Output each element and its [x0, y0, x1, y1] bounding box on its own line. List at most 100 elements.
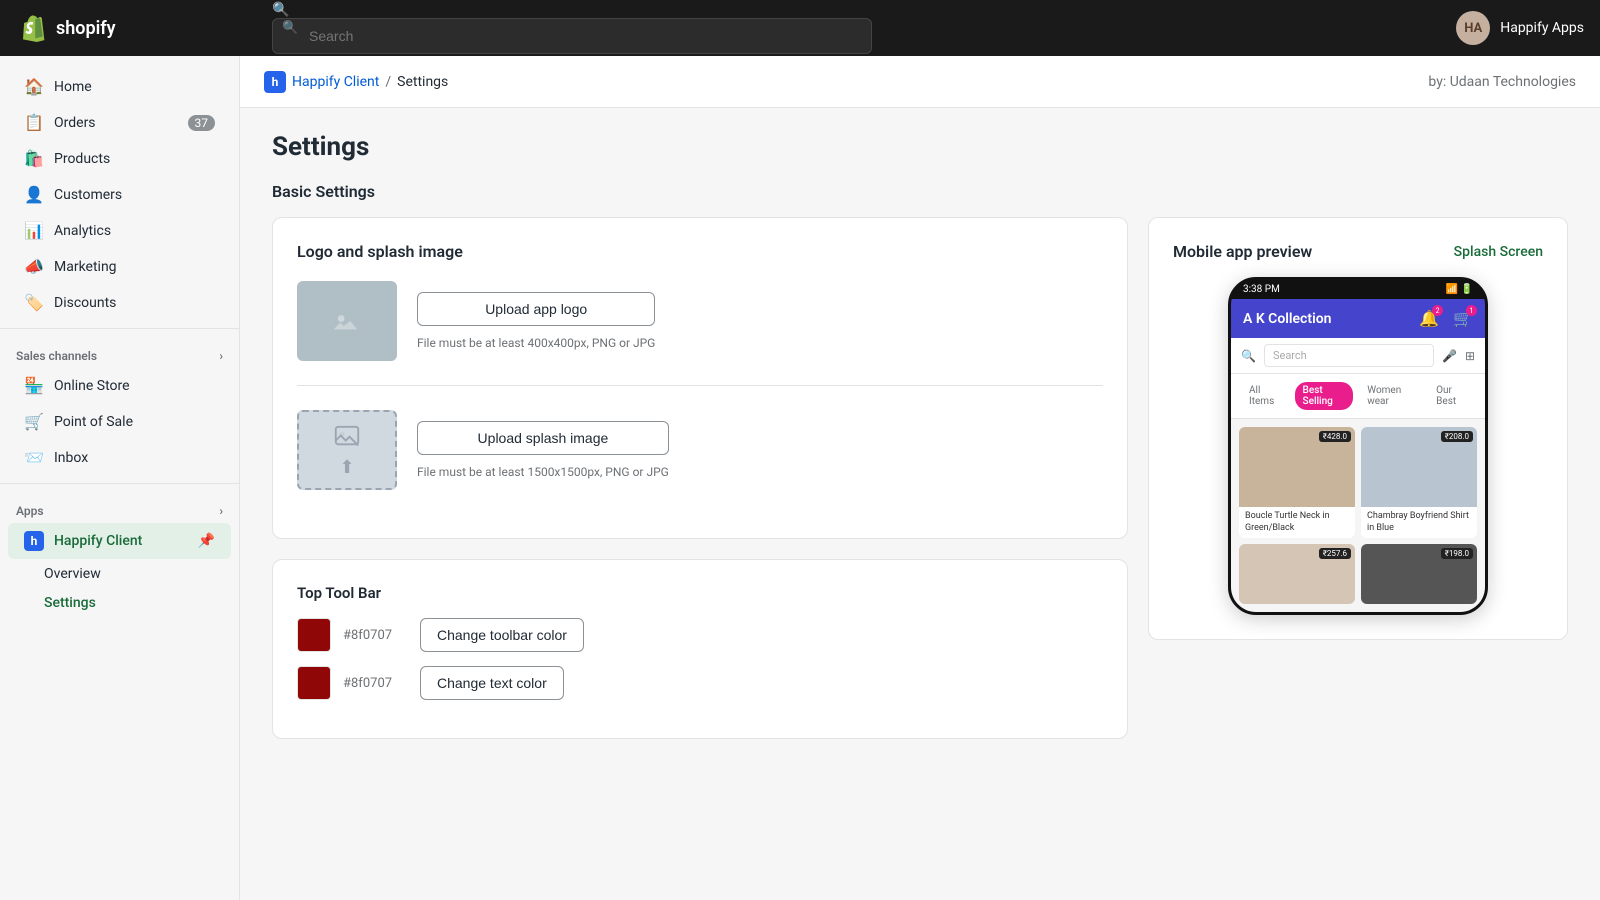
phone-tab-best-selling[interactable]: Best Selling: [1295, 382, 1354, 410]
phone-product-1-price: ₹428.0: [1319, 431, 1351, 442]
left-column: Logo and splash image: [272, 217, 1128, 759]
happify-icon: h: [24, 531, 44, 551]
sidebar-item-orders[interactable]: 📋 Orders 37: [8, 105, 231, 140]
logo-file-hint: File must be at least 400x400px, PNG or …: [417, 336, 655, 350]
change-toolbar-color-button[interactable]: Change toolbar color: [420, 618, 584, 652]
logo-upload-info: Upload app logo File must be at least 40…: [417, 292, 655, 350]
phone-tab-women[interactable]: Women wear: [1359, 382, 1422, 410]
inbox-icon: 📨: [24, 448, 44, 467]
logo-splash-card-title: Logo and splash image: [297, 242, 1103, 261]
upload-splash-button[interactable]: Upload splash image: [417, 421, 669, 455]
sidebar-item-discounts[interactable]: 🏷️ Discounts: [8, 285, 231, 320]
chevron-right-icon: ›: [219, 349, 223, 363]
preview-header: Mobile app preview Splash Screen: [1173, 242, 1543, 261]
breadcrumb-app-icon: h: [264, 71, 286, 93]
phone-app-bar: A K Collection 🔔2 🛒1: [1231, 299, 1485, 338]
sidebar-item-point-of-sale[interactable]: 🛒 Point of Sale: [8, 404, 231, 439]
splash-file-hint: File must be at least 1500x1500px, PNG o…: [417, 465, 669, 479]
logo-splash-card: Logo and splash image: [272, 217, 1128, 539]
image-placeholder-icon: [327, 301, 367, 341]
main-content: h Happify Client / Settings by: Udaan Te…: [240, 56, 1600, 900]
splash-placeholder-icon: [332, 423, 362, 453]
phone-tabs: All Items Best Selling Women wear Our Be…: [1231, 374, 1485, 419]
toolbar-color-swatch: [297, 618, 331, 652]
cart-icon: 🛒1: [1453, 309, 1473, 328]
phone-tab-all[interactable]: All Items: [1241, 382, 1289, 410]
apps-section[interactable]: Apps ›: [0, 492, 239, 522]
search-icon: 🔍: [272, 2, 289, 18]
chevron-right-icon-apps: ›: [219, 504, 223, 518]
sidebar-item-marketing[interactable]: 📣 Marketing: [8, 249, 231, 284]
sales-channels-section[interactable]: Sales channels ›: [0, 337, 239, 367]
toolbar-card-title: Top Tool Bar: [297, 584, 1103, 602]
orders-icon: 📋: [24, 113, 44, 132]
right-column: Mobile app preview Splash Screen 3:38 PM…: [1148, 217, 1568, 759]
toolbar-card: Top Tool Bar #8f0707 Change toolbar colo…: [272, 559, 1128, 739]
search-input[interactable]: [272, 18, 872, 54]
marketing-icon: 📣: [24, 257, 44, 276]
phone-mockup: 3:38 PM 📶 🔋 A K Collection 🔔2 🛒1: [1228, 277, 1488, 615]
sidebar: 🏠 Home 📋 Orders 37 🛍️ Products 👤 Custome…: [0, 56, 240, 900]
sidebar-item-home[interactable]: 🏠 Home: [8, 69, 231, 104]
breadcrumb-separator: /: [385, 74, 391, 90]
phone-search-bar: 🔍 Search 🎤 ⊞: [1231, 338, 1485, 374]
upload-arrow-icon: ⬆: [339, 457, 354, 478]
breadcrumb-parent-link[interactable]: Happify Client: [292, 74, 379, 90]
text-color-swatch: [297, 666, 331, 700]
phone-product-1-img: ₹428.0: [1239, 427, 1355, 507]
text-color-row: #8f0707 Change text color: [297, 666, 1103, 700]
sidebar-item-inbox[interactable]: 📨 Inbox: [8, 440, 231, 475]
products-icon: 🛍️: [24, 149, 44, 168]
splash-screen-link[interactable]: Splash Screen: [1454, 244, 1543, 260]
search-area[interactable]: 🔍: [272, 2, 872, 54]
phone-status-bar: 3:38 PM 📶 🔋: [1231, 280, 1485, 299]
splash-upload-row: ⬆ Upload splash image File must be at le…: [297, 410, 1103, 490]
discounts-icon: 🏷️: [24, 293, 44, 312]
two-col-layout: Logo and splash image: [272, 217, 1568, 759]
sidebar-item-happify-client[interactable]: h Happify Client 📌: [8, 523, 231, 559]
phone-mic-icon: 🎤: [1442, 349, 1457, 363]
topbar-right: HA Happify Apps: [1456, 11, 1584, 45]
analytics-icon: 📊: [24, 221, 44, 240]
by-text: by: Udaan Technologies: [1428, 74, 1576, 90]
phone-status-icons: 📶 🔋: [1446, 284, 1473, 295]
phone-app-bar-icons: 🔔2 🛒1: [1419, 309, 1473, 328]
avatar[interactable]: HA: [1456, 11, 1490, 45]
phone-products-grid: ₹428.0 Boucle Turtle Neck in Green/Black…: [1231, 419, 1485, 612]
user-name-label: Happify Apps: [1500, 20, 1584, 36]
logo-image-preview: [297, 281, 397, 361]
breadcrumb-bar: h Happify Client / Settings by: Udaan Te…: [240, 56, 1600, 108]
sidebar-item-analytics[interactable]: 📊 Analytics: [8, 213, 231, 248]
breadcrumb-current: Settings: [397, 74, 448, 90]
upload-logo-button[interactable]: Upload app logo: [417, 292, 655, 326]
phone-app-title: A K Collection: [1243, 311, 1331, 327]
point-of-sale-icon: 🛒: [24, 412, 44, 431]
phone-product-2-img: ₹208.0: [1361, 427, 1477, 507]
phone-product-4-img: ₹198.0: [1361, 544, 1477, 604]
basic-settings-title: Basic Settings: [272, 182, 1568, 201]
phone-time: 3:38 PM: [1243, 284, 1280, 295]
phone-filter-icon: ⊞: [1465, 349, 1475, 363]
sidebar-sub-item-settings[interactable]: Settings: [8, 589, 231, 617]
change-text-color-button[interactable]: Change text color: [420, 666, 564, 700]
preview-title: Mobile app preview: [1173, 242, 1312, 261]
sidebar-sub-item-overview[interactable]: Overview: [8, 560, 231, 588]
splash-image-preview: ⬆: [297, 410, 397, 490]
sidebar-item-products[interactable]: 🛍️ Products: [8, 141, 231, 176]
page-content: Settings Basic Settings Logo and splash …: [240, 108, 1600, 783]
orders-badge: 37: [188, 115, 216, 131]
notification-icon: 🔔2: [1419, 309, 1439, 328]
phone-product-2-name: Chambray Boyfriend Shirt in Blue: [1361, 507, 1477, 538]
phone-product-2-price: ₹208.0: [1441, 431, 1473, 442]
phone-product-4-price: ₹198.0: [1441, 548, 1473, 559]
pin-icon: 📌: [198, 533, 215, 549]
sidebar-item-online-store[interactable]: 🏪 Online Store: [8, 368, 231, 403]
sidebar-item-customers[interactable]: 👤 Customers: [8, 177, 231, 212]
splash-upload-info: Upload splash image File must be at leas…: [417, 421, 669, 479]
text-color-hex: #8f0707: [343, 676, 408, 691]
phone-product-3-price: ₹257.6: [1319, 548, 1351, 559]
phone-search-placeholder: Search: [1264, 344, 1434, 367]
page-title: Settings: [272, 132, 1568, 162]
layout: 🏠 Home 📋 Orders 37 🛍️ Products 👤 Custome…: [0, 56, 1600, 900]
phone-tab-our-best[interactable]: Our Best: [1428, 382, 1475, 410]
